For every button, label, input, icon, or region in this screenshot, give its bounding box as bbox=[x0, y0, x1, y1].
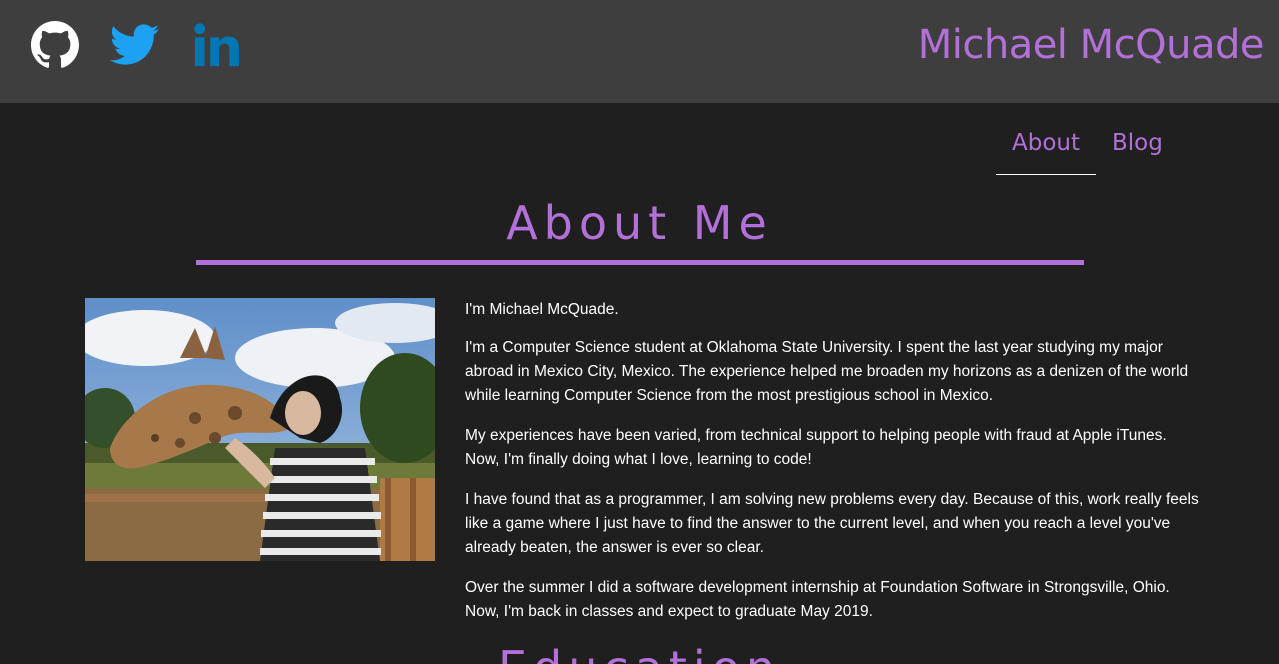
about-heading: About Me bbox=[506, 196, 773, 250]
twitter-icon bbox=[110, 24, 160, 65]
linkedin-link[interactable] bbox=[193, 20, 239, 70]
main-nav: About Blog bbox=[996, 118, 1179, 175]
twitter-link[interactable] bbox=[110, 20, 160, 70]
about-bio: I'm Michael McQuade. I'm a Computer Scie… bbox=[465, 298, 1205, 640]
heading-underline bbox=[196, 260, 1084, 265]
profile-photo bbox=[85, 298, 435, 561]
linkedin-icon bbox=[194, 23, 239, 67]
github-icon bbox=[31, 21, 79, 68]
site-title[interactable]: Michael McQuade bbox=[918, 22, 1265, 68]
bio-paragraph: My experiences have been varied, from te… bbox=[465, 427, 1167, 468]
github-link[interactable] bbox=[31, 20, 79, 70]
site-header: Michael McQuade bbox=[0, 0, 1279, 103]
bio-paragraph: I'm Michael McQuade. bbox=[465, 301, 619, 318]
bio-paragraph: I have found that as a programmer, I am … bbox=[465, 491, 1199, 556]
nav-item-about[interactable]: About bbox=[996, 118, 1097, 175]
nav-item-blog[interactable]: Blog bbox=[1096, 118, 1179, 175]
bio-paragraph: Over the summer I did a software develop… bbox=[465, 579, 1170, 620]
education-heading: Education bbox=[0, 640, 1279, 664]
bio-paragraph: I'm a Computer Science student at Oklaho… bbox=[465, 339, 1189, 404]
